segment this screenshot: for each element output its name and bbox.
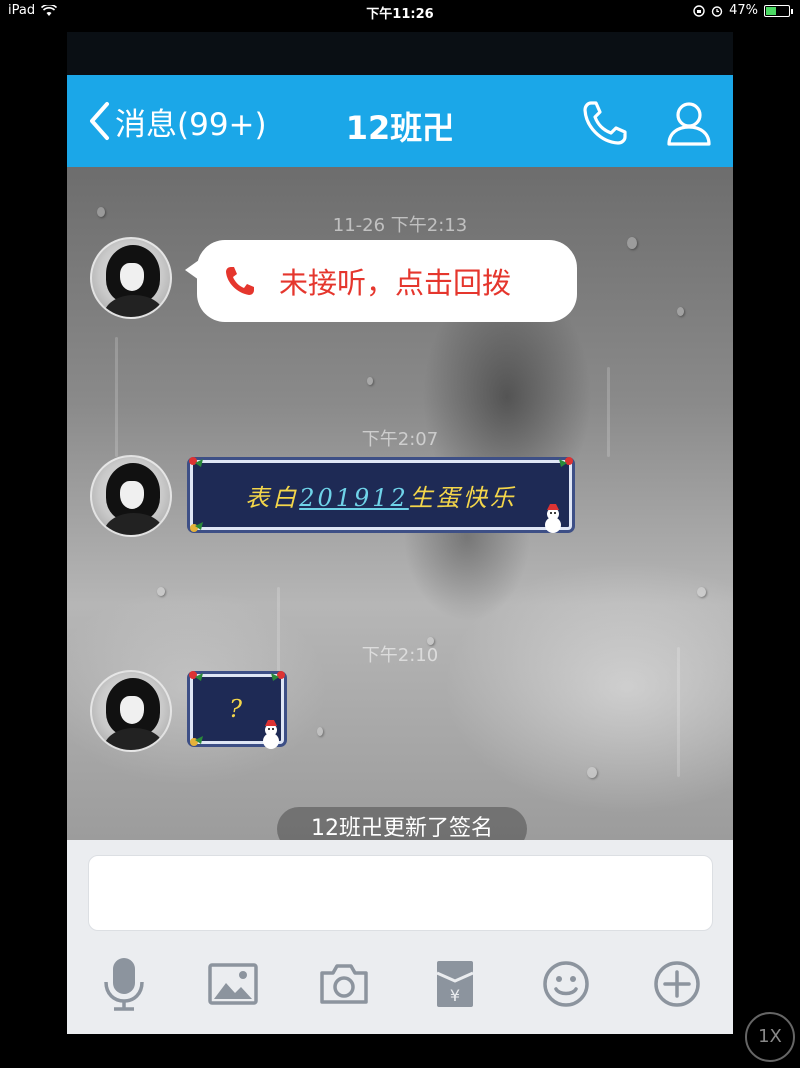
camera-icon (320, 964, 368, 1004)
phone-icon (583, 101, 627, 145)
call-button[interactable] (579, 97, 631, 149)
profile-button[interactable] (663, 97, 715, 149)
red-envelope-icon: ¥ (436, 961, 474, 1007)
status-bar: iPad 下午11:26 47% (0, 0, 800, 24)
text-message-bubble[interactable]: ? (189, 671, 285, 749)
red-envelope-button[interactable]: ¥ (426, 955, 484, 1013)
status-time: 下午11:26 (366, 7, 434, 22)
missed-call-bubble[interactable]: 未接听，点击回拨 (185, 240, 577, 322)
message-link[interactable]: 201912 (299, 484, 409, 512)
message-timestamp: 11-26 下午2:13 (332, 215, 468, 236)
raindrop (317, 727, 323, 736)
battery-percent: 47% (729, 3, 758, 18)
raindrop (627, 237, 637, 249)
page-title: 12班卍 (345, 109, 455, 147)
chat-area[interactable]: 11-26 下午2:13 未接听，点击回拨 下午2:07 表白201912生蛋快… (67, 167, 733, 840)
more-button[interactable] (648, 955, 706, 1013)
message-text-prefix: 表白 (245, 483, 300, 512)
raindrop (157, 587, 165, 596)
person-icon (667, 102, 711, 146)
nav-bar: 消息(99+) 12班卍 (67, 75, 733, 167)
message-text-suffix: 生蛋快乐 (408, 483, 517, 512)
svg-text:¥: ¥ (450, 986, 460, 1005)
raindrop (697, 587, 706, 597)
message-input[interactable] (88, 855, 713, 931)
holly-icon (271, 671, 285, 681)
top-strip (67, 32, 733, 75)
holly-icon (189, 457, 203, 467)
battery-icon (764, 4, 793, 17)
holly-icon (190, 736, 203, 746)
chat-window: 消息(99+) 12班卍 11-26 下午2:13 未接听，点击回拨 下午2:0… (67, 32, 733, 1034)
holly-icon (189, 671, 203, 681)
snowman-icon (545, 504, 561, 533)
avatar[interactable] (90, 237, 172, 319)
picture-icon (208, 963, 258, 1005)
emoji-button[interactable] (537, 955, 595, 1013)
missed-call-text: 未接听，点击回拨 (279, 266, 512, 300)
message-text: 表白201912生蛋快乐 (245, 478, 517, 513)
avatar[interactable] (90, 670, 172, 752)
holly-icon (190, 522, 203, 532)
message-text: ? (229, 695, 245, 723)
message-timestamp: 下午2:10 (361, 645, 439, 666)
photo-button[interactable] (204, 955, 262, 1013)
avatar[interactable] (90, 455, 172, 537)
input-bar: ¥ (67, 840, 733, 1034)
raindrop (677, 307, 684, 316)
voice-button[interactable] (95, 955, 153, 1013)
emoji-icon (543, 961, 589, 1007)
raindrop (587, 767, 597, 778)
alarm-icon (711, 5, 723, 17)
message-timestamp: 下午2:07 (361, 429, 439, 450)
text-message-bubble[interactable]: 表白201912生蛋快乐 (189, 457, 573, 533)
phone-missed-icon (226, 267, 254, 295)
raindrop (367, 377, 373, 385)
rotation-lock-icon (693, 4, 705, 17)
system-notice: 12班卍更新了签名 (277, 807, 527, 840)
snowman-icon (263, 720, 279, 749)
zoom-button[interactable]: 1X (745, 1012, 795, 1062)
plus-icon (654, 961, 700, 1007)
microphone-icon (104, 958, 144, 1011)
holly-icon (559, 457, 573, 467)
camera-button[interactable] (315, 955, 373, 1013)
